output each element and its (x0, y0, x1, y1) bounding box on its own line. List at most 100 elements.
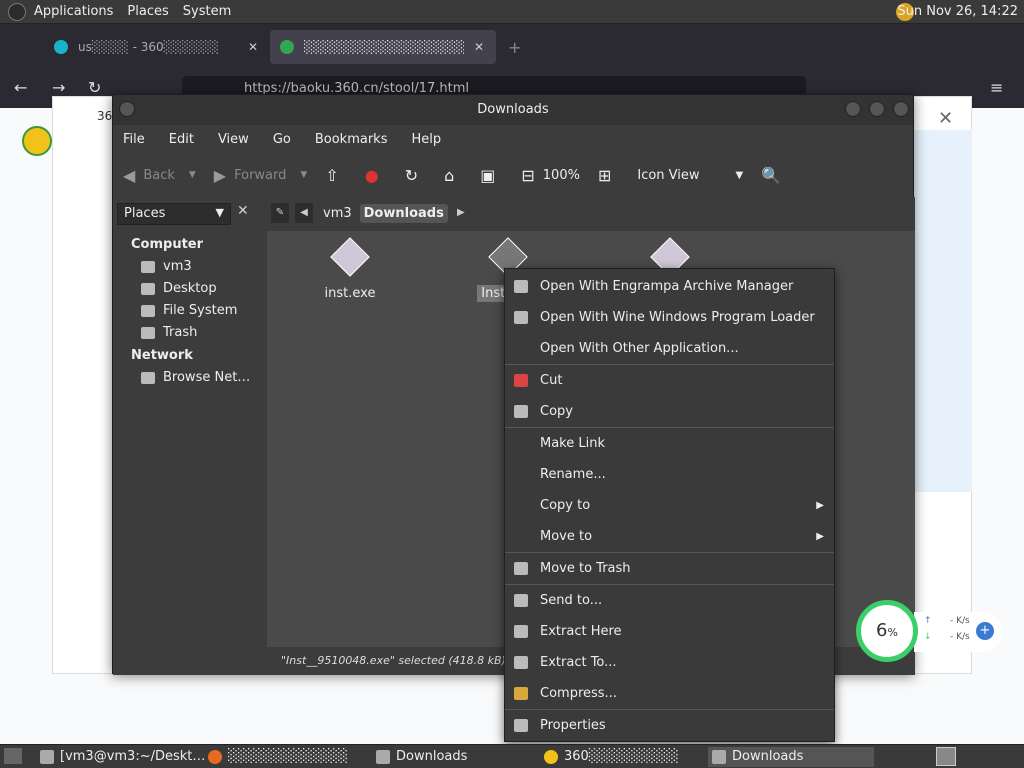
search-button[interactable]: 🔍 (761, 166, 789, 185)
context-menu-item[interactable]: Extract To... (505, 647, 834, 678)
menu-view[interactable]: View (218, 132, 249, 147)
window-titlebar[interactable]: Downloads (113, 95, 913, 125)
close-sidebar-icon[interactable]: ✕ (237, 203, 249, 219)
places-sidebar: Computer vm3 Desktop File System Trash N… (113, 231, 265, 647)
speed-percent: 6 (876, 620, 888, 641)
context-menu-item[interactable]: Copy (505, 396, 834, 427)
location-bar: Places ▼ ✕ ✎ ◀ vm3 Downloads ▶ (113, 197, 915, 231)
context-menu-item-label: Open With Other Application... (540, 341, 739, 356)
add-icon[interactable]: + (976, 622, 994, 640)
close-tab-icon[interactable]: ✕ (474, 40, 484, 54)
browser-tab-1[interactable]: us░░░░ - 360░░░░░░ ✕ (44, 30, 268, 64)
reload-icon[interactable]: ↻ (88, 78, 101, 97)
menu-applications[interactable]: Applications (34, 4, 113, 19)
home-folder-icon (141, 260, 155, 273)
context-menu-item[interactable]: Properties (505, 710, 834, 741)
menu-hamburger-icon[interactable]: ≡ (990, 78, 1003, 97)
zoom-out-icon: ⊟ (521, 165, 535, 185)
forward-icon: ▶ (213, 165, 227, 185)
menu-bookmarks[interactable]: Bookmarks (315, 132, 388, 147)
archive-icon (514, 280, 528, 293)
breadcrumb-downloads[interactable]: Downloads (359, 203, 448, 223)
view-mode-label: Icon View (637, 167, 700, 183)
up-button[interactable]: ⇧ (325, 166, 346, 185)
sidebar-item-browse-network[interactable]: Browse Net… (113, 367, 265, 389)
back-history-icon[interactable]: ▼ (189, 170, 196, 180)
context-menu-item[interactable]: Open With Other Application... (505, 333, 834, 364)
home-button[interactable]: ⌂ (444, 166, 462, 185)
zoom-out-button[interactable]: ⊟ 100% (521, 166, 580, 185)
new-tab-icon[interactable]: + (508, 38, 521, 57)
browser-tab-label: us░░░░ - 360░░░░░░ (78, 40, 220, 54)
context-menu-item[interactable]: Move to ▶ (505, 521, 834, 552)
back-arrow-icon[interactable]: ← (14, 78, 27, 97)
sidebar-header-network: Network (131, 348, 193, 363)
wine-icon (514, 311, 528, 324)
maximize-icon[interactable] (869, 101, 885, 117)
task-downloads-2[interactable]: Downloads (708, 747, 874, 767)
context-menu-item[interactable]: Move to Trash (505, 553, 834, 584)
browser-tab-2[interactable]: ░░░░░░░░░░░░░░░░░░ ✕ (270, 30, 496, 64)
breadcrumb-right-icon[interactable]: ▶ (452, 203, 470, 223)
minimize-icon[interactable] (845, 101, 861, 117)
sidebar-item-vm3[interactable]: vm3 (113, 256, 265, 278)
edit-location-icon[interactable]: ✎ (271, 203, 289, 223)
context-menu-item[interactable]: Send to... (505, 585, 834, 616)
menu-help[interactable]: Help (411, 132, 441, 147)
sidebar-item-desktop[interactable]: Desktop (113, 278, 265, 300)
close-tab-icon[interactable]: ✕ (248, 40, 258, 54)
search-icon: 🔍 (761, 165, 782, 185)
modal-close-icon[interactable]: ✕ (938, 108, 953, 129)
context-menu-item[interactable]: Copy to ▶ (505, 490, 834, 521)
menu-file[interactable]: File (123, 132, 145, 147)
computer-button[interactable]: ▣ (480, 166, 503, 185)
context-menu-item[interactable]: Make Link (505, 428, 834, 459)
context-menu-item[interactable]: Rename... (505, 459, 834, 490)
show-desktop-icon[interactable] (4, 748, 22, 764)
file-name: inst.exe (324, 286, 376, 301)
task-terminal[interactable]: [vm3@vm3:~/Deskt… (36, 747, 206, 767)
sidebar-item-file-system[interactable]: File System (113, 300, 265, 322)
view-mode-select[interactable]: Icon View ▼ (637, 168, 743, 183)
context-menu-item[interactable]: Compress... (505, 678, 834, 709)
breadcrumb-left-icon[interactable]: ◀ (295, 203, 313, 223)
workspace-switcher[interactable] (936, 747, 956, 766)
file-item[interactable]: inst.exe (295, 235, 405, 302)
back-icon: ◀ (123, 165, 136, 185)
menu-system[interactable]: System (183, 4, 231, 19)
menu-edit[interactable]: Edit (169, 132, 194, 147)
task-label: 360░░░░░░░░░ (564, 749, 679, 764)
places-selector[interactable]: Places ▼ (117, 203, 231, 225)
context-menu-item[interactable]: Open With Wine Windows Program Loader (505, 302, 834, 333)
task-360[interactable]: 360░░░░░░░░░ (540, 747, 704, 767)
panel-clock[interactable]: Sun Nov 26, 14:22 (897, 4, 1018, 19)
reload-button[interactable]: ↻ (405, 166, 426, 185)
task-downloads-1[interactable]: Downloads (372, 747, 532, 767)
forward-history-icon[interactable]: ▼ (300, 170, 307, 180)
close-window-icon[interactable] (893, 101, 909, 117)
context-menu-item[interactable]: Cut (505, 365, 834, 396)
distro-logo-icon[interactable] (8, 2, 26, 21)
task-firefox[interactable]: ░░░░░░░░░░░░ (204, 747, 368, 767)
forward-arrow-icon[interactable]: → (52, 78, 65, 97)
forward-button[interactable]: ▶ Forward ▼ (214, 166, 308, 185)
zoom-in-icon: ⊞ (597, 165, 612, 185)
context-menu-item[interactable]: Open With Engrampa Archive Manager (505, 271, 834, 302)
breadcrumb-vm3[interactable]: vm3 (319, 204, 356, 223)
stop-button[interactable]: ● (365, 166, 387, 185)
context-menu-item[interactable]: Extract Here (505, 616, 834, 647)
zoom-in-button[interactable]: ⊞ (598, 166, 619, 185)
sidebar-item-trash[interactable]: Trash (113, 322, 265, 344)
context-menu: Open With Engrampa Archive Manager Open W… (504, 268, 835, 742)
speed-ball-widget[interactable]: 6% (856, 600, 918, 662)
task-label: [vm3@vm3:~/Deskt… (60, 749, 206, 764)
menu-places[interactable]: Places (127, 4, 168, 19)
window-menu-icon[interactable] (119, 101, 135, 117)
menu-go[interactable]: Go (273, 132, 291, 147)
desktop-folder-icon (141, 282, 155, 295)
back-button[interactable]: ◀ Back ▼ (123, 166, 196, 185)
home-folder-icon: ⌂ (444, 165, 455, 185)
network-icon (141, 371, 155, 384)
up-arrow-icon: ⇧ (325, 165, 339, 185)
extract-icon (514, 625, 528, 638)
